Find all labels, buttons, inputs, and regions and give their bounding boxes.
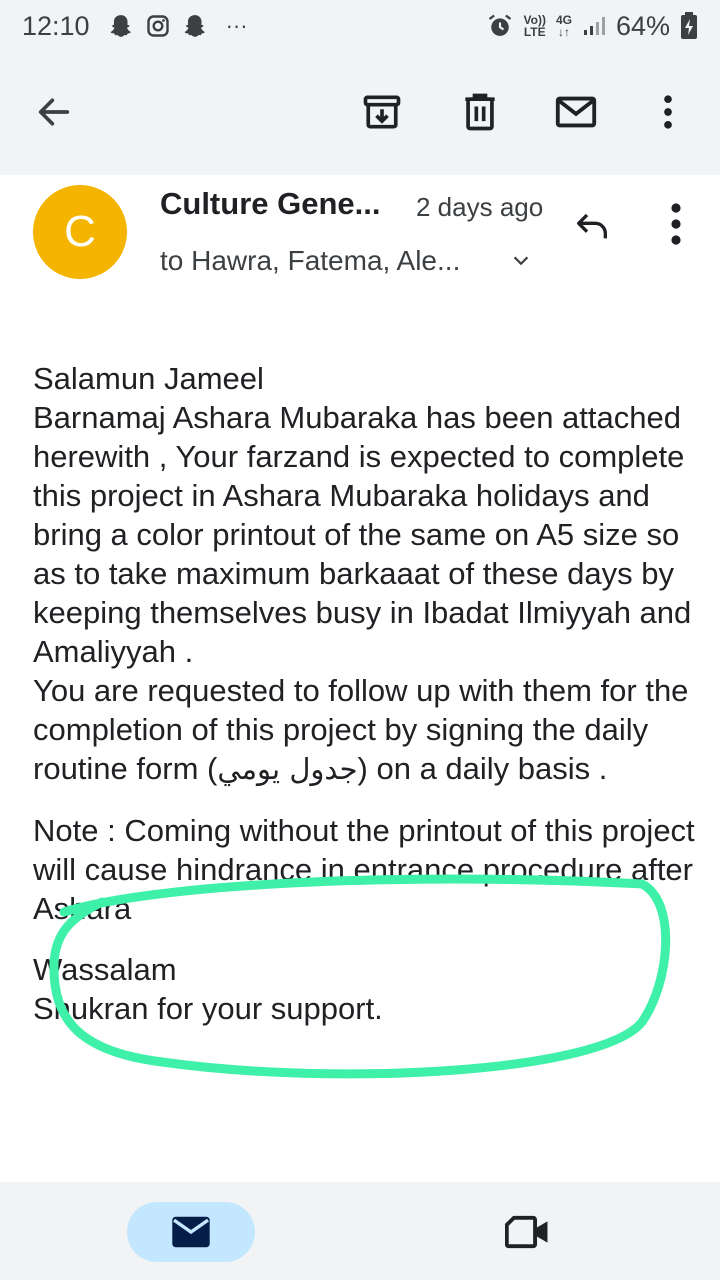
top-app-bar	[0, 52, 720, 175]
closing: Wassalam	[33, 952, 177, 987]
mark-unread-button[interactable]	[552, 88, 600, 136]
bottom-navigation	[0, 1182, 720, 1280]
body-paragraph-2: You are requested to follow up with them…	[33, 671, 698, 789]
video-icon	[505, 1215, 548, 1249]
volte-indicator: Vo)) LTE	[523, 13, 546, 39]
mail-icon	[172, 1216, 210, 1248]
delete-icon	[465, 93, 495, 131]
archive-button[interactable]	[358, 88, 406, 136]
network-type-indicator: 4G ↓↑	[555, 13, 572, 39]
more-notifications-icon: ···	[225, 13, 248, 38]
status-time: 12:10	[22, 10, 90, 41]
sender-name[interactable]: Culture Gene...	[160, 186, 380, 222]
reply-icon[interactable]	[570, 205, 614, 245]
battery-charging-icon	[681, 12, 697, 39]
arabic-form-name: جدول يومي	[217, 752, 358, 786]
email-body: Salamun Jameel Barnamaj Ashara Mubaraka …	[33, 359, 698, 1028]
greeting: Salamun Jameel	[33, 361, 264, 396]
snapchat-icon	[110, 15, 131, 37]
note-paragraph: Note : Coming without the printout of th…	[33, 813, 695, 926]
delete-button[interactable]	[456, 88, 504, 136]
chevron-down-icon[interactable]	[510, 250, 532, 272]
alarm-icon	[488, 14, 511, 36]
thanks: Shukran for your support.	[33, 991, 383, 1026]
message-more-icon[interactable]	[660, 200, 692, 248]
para2-text-end: ) on a daily basis .	[357, 751, 608, 786]
signal-icon	[583, 17, 605, 35]
status-bar: 12:10 ··· Vo)) LTE 4G ↓↑ 64%	[0, 0, 720, 52]
more-vert-icon	[664, 95, 672, 129]
sender-avatar[interactable]: C	[33, 185, 127, 279]
recipients-line[interactable]: to Hawra, Fatema, Ale...	[160, 245, 460, 277]
mark-unread-icon	[555, 96, 597, 128]
more-options-button[interactable]	[644, 88, 692, 136]
instagram-icon	[146, 15, 169, 37]
back-arrow-icon	[38, 98, 70, 126]
avatar-letter: C	[64, 207, 96, 256]
meet-tab[interactable]	[500, 1206, 556, 1258]
snapchat-icon	[184, 15, 205, 37]
email-timestamp: 2 days ago	[416, 192, 544, 222]
archive-icon	[363, 95, 401, 129]
mail-tab[interactable]	[127, 1202, 255, 1262]
back-button[interactable]	[30, 88, 78, 136]
battery-percentage: 64%	[615, 10, 670, 41]
body-paragraph-1: Barnamaj Ashara Mubaraka has been attach…	[33, 400, 692, 669]
